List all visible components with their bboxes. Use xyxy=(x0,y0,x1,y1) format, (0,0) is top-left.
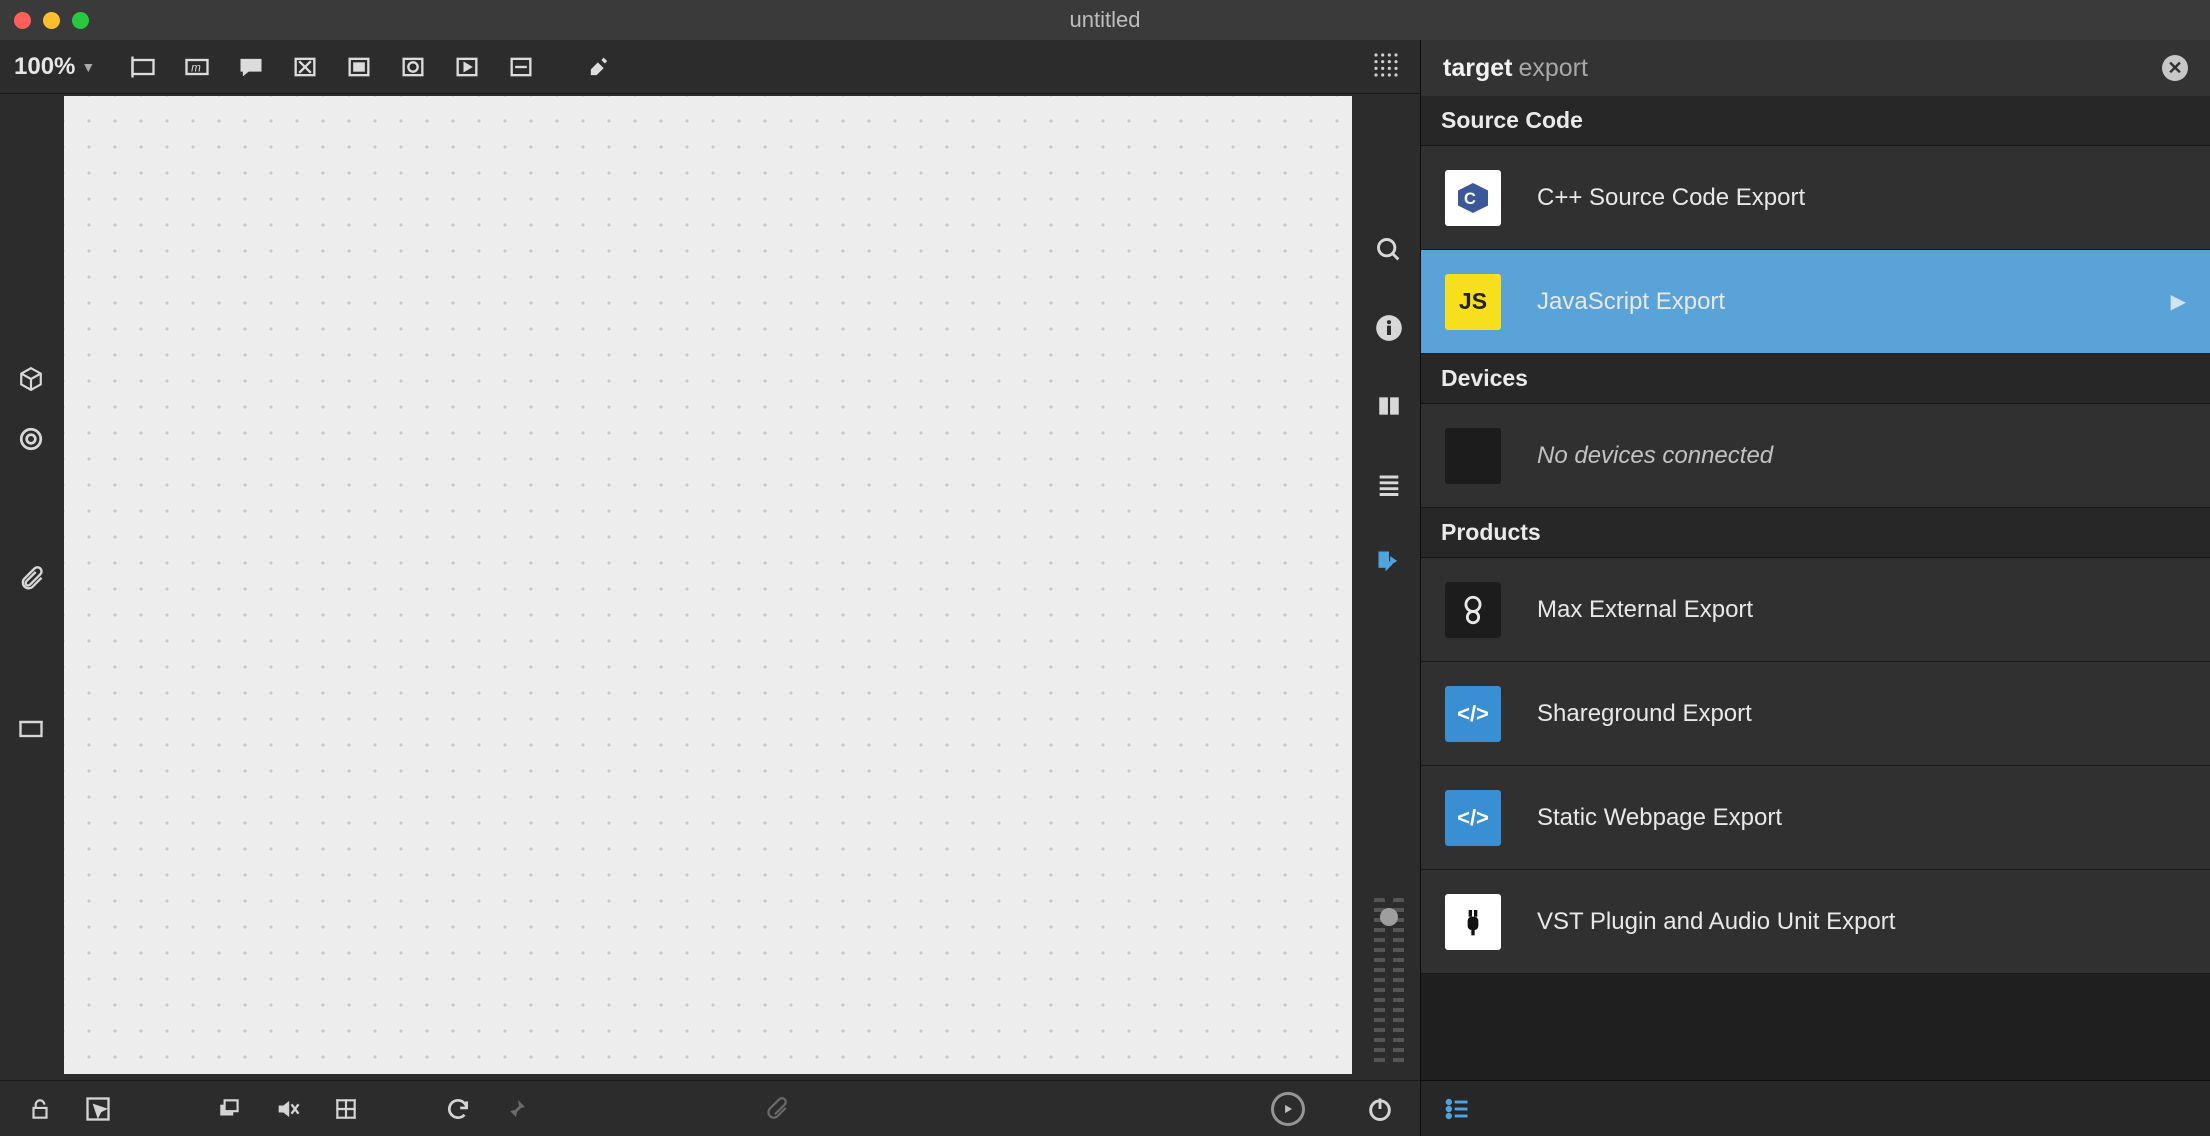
export-item-label: JavaScript Export xyxy=(1537,288,1725,316)
code-icon: </> xyxy=(1445,790,1501,846)
export-item-label: Max External Export xyxy=(1537,596,1753,624)
panel-header: target export ✕ xyxy=(1421,40,2210,96)
chevron-down-icon: ▼ xyxy=(81,59,95,75)
cube-icon[interactable] xyxy=(16,364,46,394)
cpp-icon: C xyxy=(1445,170,1501,226)
target-circle-icon[interactable] xyxy=(16,424,46,454)
max-icon xyxy=(1445,582,1501,638)
zoom-dropdown[interactable]: 100% ▼ xyxy=(14,53,113,81)
info-icon[interactable] xyxy=(1373,312,1405,344)
message-tool-button[interactable]: m xyxy=(173,48,221,86)
object-tool-button[interactable] xyxy=(119,48,167,86)
export-item-cpp[interactable]: C C++ Source Code Export xyxy=(1421,146,2210,250)
attachment-icon[interactable] xyxy=(16,564,46,594)
top-toolbar: 100% ▼ m xyxy=(0,40,1420,94)
bang-tool-button[interactable] xyxy=(443,48,491,86)
window-title: untitled xyxy=(1070,7,1141,33)
panel-title-strong: target xyxy=(1443,54,1512,83)
button-tool-button[interactable] xyxy=(335,48,383,86)
layers-icon[interactable] xyxy=(208,1089,252,1129)
mute-icon[interactable] xyxy=(266,1089,310,1129)
export-item-label: C++ Source Code Export xyxy=(1537,184,1805,212)
refresh-icon[interactable] xyxy=(436,1089,480,1129)
devices-empty-row: No devices connected xyxy=(1421,404,2210,508)
zoom-value: 100% xyxy=(14,53,75,81)
slider-tool-button[interactable] xyxy=(497,48,545,86)
panel-body: Source Code C C++ Source Code Export JS … xyxy=(1421,96,2210,1080)
minimize-window-button[interactable] xyxy=(43,12,60,29)
panel-list-icon[interactable] xyxy=(1443,1095,1471,1123)
paint-tool-button[interactable] xyxy=(575,48,623,86)
play-button[interactable] xyxy=(1266,1089,1310,1129)
section-products: Products xyxy=(1421,508,2210,558)
editor-area: 100% ▼ m xyxy=(0,40,1420,1136)
export-item-label: Static Webpage Export xyxy=(1537,804,1782,832)
export-icon[interactable] xyxy=(1373,546,1405,578)
pin-icon[interactable] xyxy=(494,1089,538,1129)
section-source-code: Source Code xyxy=(1421,96,2210,146)
panel-title-light: export xyxy=(1518,54,1587,83)
plug-icon xyxy=(1445,894,1501,950)
export-panel: target export ✕ Source Code C C++ Source… xyxy=(1420,40,2210,1136)
titlebar: untitled xyxy=(0,0,2210,40)
bottom-toolbar xyxy=(0,1080,1420,1136)
export-item-js[interactable]: JS JavaScript Export ▶ xyxy=(1421,250,2210,354)
level-knob[interactable] xyxy=(1380,908,1398,926)
devices-empty-text: No devices connected xyxy=(1537,442,1773,470)
right-tool-rail xyxy=(1358,94,1420,1080)
js-icon: JS xyxy=(1445,274,1501,330)
export-item-shareground[interactable]: </> Shareground Export xyxy=(1421,662,2210,766)
panel-close-button[interactable]: ✕ xyxy=(2162,55,2188,81)
attach-bottom-icon[interactable] xyxy=(754,1089,798,1129)
left-tool-rail xyxy=(0,94,62,1080)
export-item-label: Shareground Export xyxy=(1537,700,1752,728)
list-icon[interactable] xyxy=(1373,468,1405,500)
svg-text:m: m xyxy=(191,61,201,74)
patcher-canvas[interactable] xyxy=(64,96,1352,1074)
comment-tool-button[interactable] xyxy=(227,48,275,86)
export-item-max[interactable]: Max External Export xyxy=(1421,558,2210,662)
power-icon[interactable] xyxy=(1358,1089,1402,1129)
presentation-icon[interactable] xyxy=(16,714,46,744)
panel-footer xyxy=(1421,1080,2210,1136)
columns-icon[interactable] xyxy=(1373,390,1405,422)
close-window-button[interactable] xyxy=(14,12,31,29)
svg-text:C: C xyxy=(1464,190,1476,208)
number-tool-button[interactable] xyxy=(389,48,437,86)
lock-icon[interactable] xyxy=(18,1089,62,1129)
grid-toggle-icon[interactable] xyxy=(324,1089,368,1129)
toggle-tool-button[interactable] xyxy=(281,48,329,86)
snap-grid-button[interactable] xyxy=(1370,49,1406,85)
window-controls xyxy=(14,12,89,29)
export-item-static[interactable]: </> Static Webpage Export xyxy=(1421,766,2210,870)
zoom-window-button[interactable] xyxy=(72,12,89,29)
cursor-select-icon[interactable] xyxy=(76,1089,120,1129)
section-devices: Devices xyxy=(1421,354,2210,404)
chevron-right-icon: ▶ xyxy=(2171,289,2186,314)
export-item-vst[interactable]: VST Plugin and Audio Unit Export xyxy=(1421,870,2210,974)
device-placeholder-icon xyxy=(1445,428,1501,484)
code-icon: </> xyxy=(1445,686,1501,742)
export-item-label: VST Plugin and Audio Unit Export xyxy=(1537,908,1895,936)
audio-level-meter[interactable] xyxy=(1371,858,1407,1068)
search-icon[interactable] xyxy=(1373,234,1405,266)
